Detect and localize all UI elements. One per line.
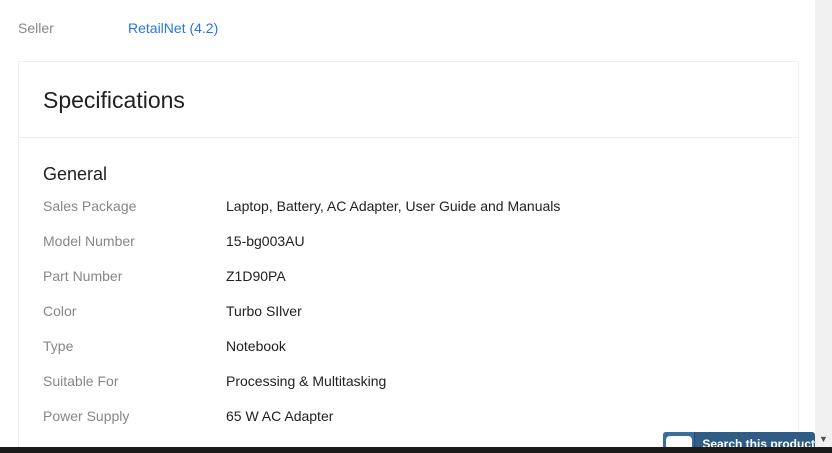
spec-row-part-number: Part Number Z1D90PA <box>43 258 798 293</box>
seller-row: Seller RetailNet (4.2) <box>18 18 218 38</box>
spec-value: Turbo SIlver <box>226 302 302 319</box>
spec-key: Suitable For <box>43 372 119 389</box>
spec-value: Laptop, Battery, AC Adapter, User Guide … <box>226 197 561 214</box>
spec-key: Sales Package <box>43 197 137 214</box>
specifications-card: Specifications General Sales Package Lap… <box>18 61 799 453</box>
spec-key: Type <box>43 337 74 354</box>
scroll-down-arrow-icon[interactable]: ▼ <box>815 430 832 447</box>
spec-row-model-number: Model Number 15-bg003AU <box>43 223 798 258</box>
specifications-header: Specifications <box>19 62 798 138</box>
seller-link[interactable]: RetailNet (4.2) <box>128 20 218 36</box>
specifications-title: Specifications <box>43 87 185 113</box>
spec-key: Power Supply <box>43 407 130 424</box>
spec-row-suitable-for: Suitable For Processing & Multitasking <box>43 363 798 398</box>
spec-group-title: General <box>43 164 108 184</box>
spec-row-type: Type Notebook <box>43 328 798 363</box>
taskbar-edge <box>0 447 832 453</box>
spec-key: Color <box>43 302 77 319</box>
spec-key: Part Number <box>43 267 123 284</box>
spec-row-sales-package: Sales Package Laptop, Battery, AC Adapte… <box>43 188 798 223</box>
seller-label: Seller <box>18 20 54 36</box>
spec-row-color: Color Turbo SIlver <box>43 293 798 328</box>
spec-value: 15-bg003AU <box>226 232 305 249</box>
spec-key: Model Number <box>43 232 135 249</box>
spec-row-power-supply: Power Supply 65 W AC Adapter <box>43 398 798 433</box>
spec-value: Processing & Multitasking <box>226 372 387 389</box>
spec-value: 65 W AC Adapter <box>226 407 334 424</box>
spec-group-general: General Sales Package Laptop, Battery, A… <box>19 138 798 433</box>
spec-table: Sales Package Laptop, Battery, AC Adapte… <box>43 188 798 433</box>
vertical-scrollbar[interactable]: ▼ <box>815 0 832 447</box>
spec-value: Notebook <box>226 337 286 354</box>
product-details-page: Seller RetailNet (4.2) Specifications Ge… <box>0 0 832 453</box>
spec-value: Z1D90PA <box>226 267 286 284</box>
